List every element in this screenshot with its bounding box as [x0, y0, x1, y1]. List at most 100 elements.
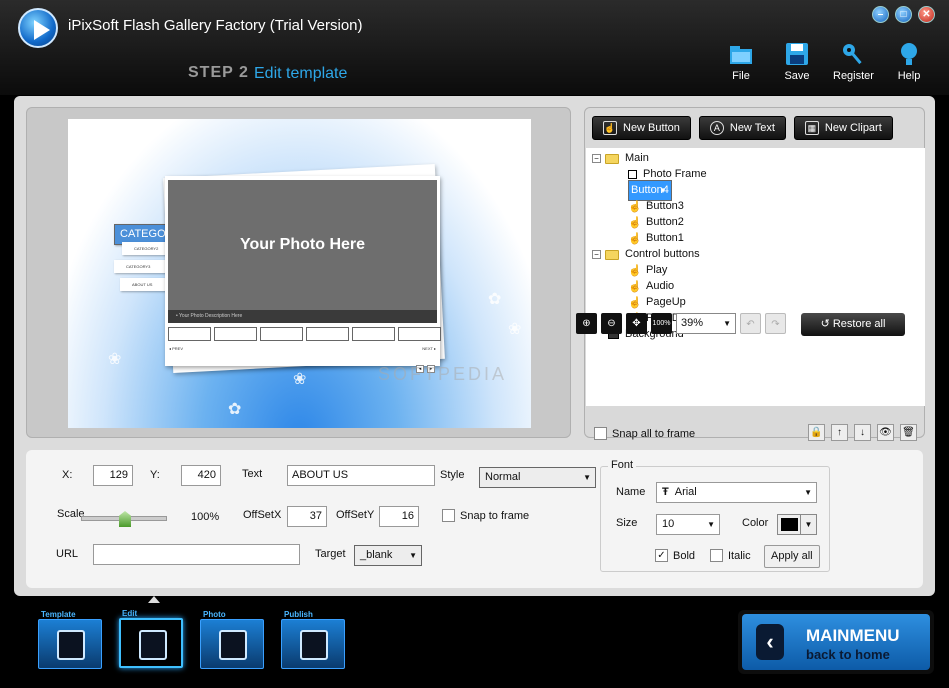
undo-icon[interactable]: ↶	[740, 313, 761, 334]
tree-node-pageup[interactable]: ☝ PageUp	[628, 295, 688, 310]
snap-to-frame-checkbox[interactable]: Snap to frame	[442, 509, 529, 522]
zoom-select[interactable]: 39%	[676, 313, 736, 334]
publish-icon	[300, 630, 328, 660]
collapse-icon[interactable]: −	[592, 250, 601, 259]
active-tab-pointer	[148, 596, 160, 603]
scale-slider[interactable]	[81, 511, 167, 527]
photo-icon	[219, 630, 247, 660]
help-icon	[896, 42, 922, 66]
tree-node-play[interactable]: ☝ Play	[628, 263, 669, 278]
apply-all-button[interactable]: Apply all	[764, 545, 820, 568]
save-icon	[784, 42, 810, 66]
tree-node-main[interactable]: − Main	[592, 151, 651, 166]
prev-link[interactable]: ◂ PREV	[169, 346, 183, 351]
zoom-out-icon[interactable]: ⊖	[601, 313, 622, 334]
thumbnail[interactable]	[352, 327, 395, 341]
zoom-100-button[interactable]: 100%	[651, 313, 672, 334]
maximize-button[interactable]: □	[895, 6, 912, 23]
move-up-icon[interactable]: ↑	[831, 424, 848, 441]
redo-icon[interactable]: ↷	[765, 313, 786, 334]
font-type-icon: Ŧ	[662, 486, 669, 498]
next-link[interactable]: NEXT ▸	[422, 346, 436, 351]
zoom-bar: ⊕ ⊖ ✥ 100% 39% ↶ ↷	[576, 313, 786, 334]
move-down-icon[interactable]: ↓	[854, 424, 871, 441]
checkbox[interactable]: ✓	[655, 549, 668, 562]
lock-icon[interactable]: 🔒	[808, 424, 825, 441]
element-tree: −Main Photo Frame ☝Button4 ☝Button3 ☝But…	[586, 148, 925, 441]
move-icon[interactable]: ✥	[626, 313, 647, 334]
hand-icon: ☝	[628, 232, 642, 245]
flower-decoration-icon: ❀	[108, 351, 122, 368]
tab-template[interactable]: Template	[38, 608, 102, 670]
tree-node-button3[interactable]: ☝ Button3	[628, 199, 686, 214]
category-button-3[interactable]: CATEGORY3	[114, 260, 168, 273]
thumbnail[interactable]	[168, 327, 211, 341]
top-menu: File Save Register Help	[721, 42, 929, 82]
thumbnail[interactable]	[306, 327, 349, 341]
help-menu-button[interactable]: Help	[889, 42, 929, 82]
tree-node-control-buttons[interactable]: − Control buttons	[592, 247, 702, 262]
zoom-in-icon[interactable]: ⊕	[576, 313, 597, 334]
thumbnail[interactable]	[260, 327, 303, 341]
main-menu-button[interactable]: ‹ MAINMENU back to home	[738, 610, 934, 674]
snap-all-checkbox[interactable]: Snap all to frame	[594, 427, 695, 440]
photo-frame[interactable]: Your Photo Here • Your Photo Description…	[165, 176, 441, 366]
italic-checkbox[interactable]: Italic	[710, 549, 751, 562]
thumbnail-strip	[168, 327, 441, 341]
main-panel: CATEGORY1 CATEGORY2 CATEGORY3 ABOUT US Y…	[14, 96, 935, 596]
tree-node-button1[interactable]: ☝ Button1	[628, 231, 686, 246]
tree-node-button4[interactable]: ☝Button4	[628, 180, 672, 201]
font-name-select[interactable]: Ŧ Arial	[656, 482, 817, 503]
x-field[interactable]: 129	[93, 465, 133, 486]
photo-placeholder: Your Photo Here	[168, 180, 437, 310]
scale-value: 100%	[191, 511, 220, 523]
collapse-icon[interactable]: −	[592, 154, 601, 163]
minimize-button[interactable]: –	[872, 6, 889, 23]
photo-description: • Your Photo Description Here	[168, 310, 437, 323]
edit-icon	[139, 630, 167, 660]
font-size-select[interactable]: 10	[656, 514, 720, 535]
file-menu-button[interactable]: File	[721, 42, 761, 82]
checkbox[interactable]	[442, 509, 455, 522]
save-menu-button[interactable]: Save	[777, 42, 817, 82]
tab-publish[interactable]: Publish	[281, 608, 345, 670]
target-select[interactable]: _blank	[354, 545, 422, 566]
new-button-button[interactable]: ☝ New Button	[592, 116, 691, 140]
restore-icon: ↺	[820, 318, 833, 330]
hand-icon: ☝	[603, 121, 617, 135]
checkbox[interactable]	[594, 427, 607, 440]
tab-photo[interactable]: Photo	[200, 608, 264, 670]
url-field[interactable]	[93, 544, 300, 565]
close-button[interactable]: ✕	[918, 6, 935, 23]
thumbnail[interactable]	[214, 327, 257, 341]
tree-node-audio[interactable]: ☝ Audio	[628, 279, 676, 294]
category-button-2[interactable]: CATEGORY2	[122, 242, 168, 255]
delete-icon[interactable]: 🗑	[900, 424, 917, 441]
text-icon: A	[709, 121, 724, 135]
watermark: SOFTPEDIA	[378, 364, 508, 384]
checkbox[interactable]	[710, 549, 723, 562]
flower-decoration-icon: ✿	[228, 401, 242, 418]
key-icon	[840, 42, 866, 66]
offset-y-field[interactable]: 16	[379, 506, 419, 527]
bold-checkbox[interactable]: ✓ Bold	[655, 549, 695, 562]
category-button-about[interactable]: ABOUT US	[120, 278, 166, 291]
tab-edit[interactable]: Edit	[119, 607, 183, 669]
hand-icon: ☝	[628, 280, 642, 293]
restore-all-button[interactable]: ↺ Restore all	[801, 313, 905, 336]
color-picker-button[interactable]: ▼	[777, 514, 817, 535]
slider-handle[interactable]	[119, 511, 131, 527]
register-menu-button[interactable]: Register	[833, 42, 874, 82]
new-text-button[interactable]: A New Text	[698, 116, 786, 140]
folder-icon	[605, 249, 619, 260]
thumbnail[interactable]	[398, 327, 441, 341]
tree-node-button2[interactable]: ☝ Button2	[628, 215, 686, 230]
app-logo-icon	[18, 8, 58, 48]
text-field[interactable]: ABOUT US	[287, 465, 435, 486]
visibility-icon[interactable]: 👁	[877, 424, 894, 441]
y-field[interactable]: 420	[181, 465, 221, 486]
new-clipart-button[interactable]: ▦ New Clipart	[793, 116, 893, 140]
offset-x-field[interactable]: 37	[287, 506, 327, 527]
style-select[interactable]: Normal	[479, 467, 596, 488]
step-number: STEP 2	[188, 64, 249, 81]
